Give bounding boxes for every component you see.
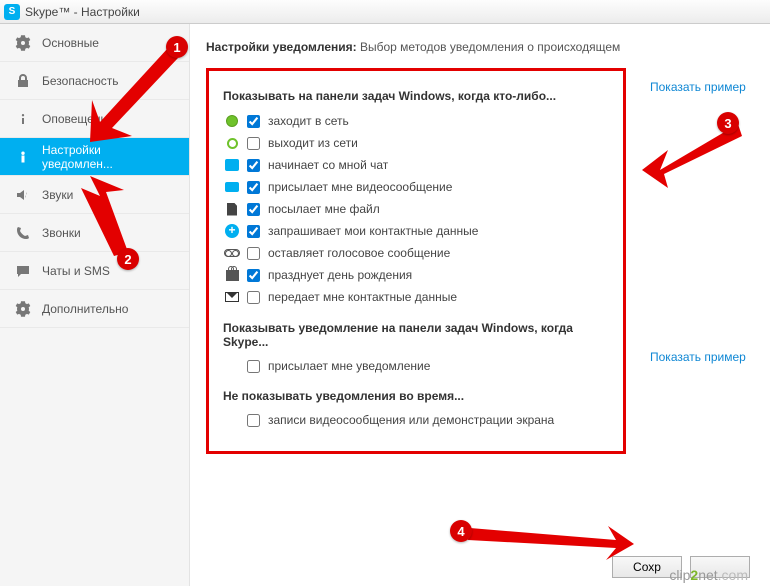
skype-icon: S	[4, 4, 20, 20]
checkbox-goes-offline[interactable]	[247, 137, 260, 150]
option-label: заходит в сеть	[268, 114, 349, 128]
video-message-icon	[223, 179, 241, 195]
option-label: выходит из сети	[268, 136, 358, 150]
page-header: Настройки уведомления: Выбор методов уве…	[206, 40, 750, 54]
section-skype-title: Показывать уведомление на панели задач W…	[223, 321, 609, 349]
page-header-bold: Настройки уведомления:	[206, 40, 357, 54]
phone-icon	[14, 224, 32, 242]
option-label: начинает со мной чат	[268, 158, 388, 172]
option-label: передает мне контактные данные	[268, 290, 457, 304]
option-row: начинает со мной чат	[223, 157, 609, 173]
gear-icon	[14, 300, 32, 318]
checkbox-skype-notification[interactable]	[247, 360, 260, 373]
sidebar: Основные Безопасность Оповещения Настрой…	[0, 24, 190, 586]
gear-icon	[14, 34, 32, 52]
option-row: празднует день рождения	[223, 267, 609, 283]
option-label: присылает мне видеосообщение	[268, 180, 452, 194]
chat-icon	[223, 157, 241, 173]
presence-offline-icon	[223, 135, 241, 151]
option-label: присылает мне уведомление	[268, 359, 430, 373]
watermark: clip2net.com	[669, 567, 748, 583]
option-label: запрашивает мои контактные данные	[268, 224, 478, 238]
option-row: оставляет голосовое сообщение	[223, 245, 609, 261]
main-panel: Настройки уведомления: Выбор методов уве…	[190, 24, 770, 586]
sidebar-item-label: Звонки	[42, 226, 81, 240]
presence-online-icon	[223, 113, 241, 129]
sidebar-item-label: Чаты и SMS	[42, 264, 110, 278]
checkbox-starts-chat[interactable]	[247, 159, 260, 172]
show-example-link-2[interactable]: Показать пример	[650, 350, 746, 364]
sidebar-item-label: Дополнительно	[42, 302, 128, 316]
checkbox-birthday[interactable]	[247, 269, 260, 282]
callout-2-badge: 2	[117, 248, 139, 270]
callout-1-badge: 1	[166, 36, 188, 58]
sidebar-item-advanced[interactable]: Дополнительно	[0, 290, 189, 328]
sidebar-item-sounds[interactable]: Звуки	[0, 176, 189, 214]
option-row: передает мне контактные данные	[223, 289, 609, 305]
sidebar-item-alerts[interactable]: Оповещения	[0, 100, 189, 138]
sidebar-item-label: Основные	[42, 36, 99, 50]
option-row: присылает мне уведомление	[223, 359, 609, 373]
window-title: Skype™ - Настройки	[25, 5, 140, 19]
option-row: выходит из сети	[223, 135, 609, 151]
voicemail-icon	[223, 245, 241, 261]
option-row: присылает мне видеосообщение	[223, 179, 609, 195]
option-label: посылает мне файл	[268, 202, 380, 216]
window-titlebar: S Skype™ - Настройки	[0, 0, 770, 24]
checkbox-voicemail[interactable]	[247, 247, 260, 260]
callout-3-badge: 3	[717, 112, 739, 134]
page-header-rest: Выбор методов уведомления о происходящем	[360, 40, 620, 54]
mail-icon	[223, 289, 241, 305]
sidebar-item-label: Звуки	[42, 188, 73, 202]
sound-icon	[14, 186, 32, 204]
sidebar-item-label: Настройки уведомлен...	[42, 143, 175, 171]
sidebar-item-security[interactable]: Безопасность	[0, 62, 189, 100]
option-row: посылает мне файл	[223, 201, 609, 217]
info-icon	[14, 148, 32, 166]
show-example-link-1[interactable]: Показать пример	[650, 80, 746, 94]
option-row: записи видеосообщения или демонстрации э…	[223, 413, 609, 427]
sidebar-item-notifications[interactable]: Настройки уведомлен...	[0, 138, 189, 176]
checkbox-sends-file[interactable]	[247, 203, 260, 216]
sidebar-item-chats[interactable]: Чаты и SMS	[0, 252, 189, 290]
lock-icon	[14, 72, 32, 90]
option-row: заходит в сеть	[223, 113, 609, 129]
sidebar-item-calls[interactable]: Звонки	[0, 214, 189, 252]
option-label: празднует день рождения	[268, 268, 412, 282]
callout-4-badge: 4	[450, 520, 472, 542]
section-suppress-title: Не показывать уведомления во время...	[223, 389, 609, 403]
checkbox-sends-contact[interactable]	[247, 291, 260, 304]
section-taskbar-title: Показывать на панели задач Windows, когд…	[223, 89, 609, 103]
sidebar-item-general[interactable]: Основные	[0, 24, 189, 62]
checkbox-comes-online[interactable]	[247, 115, 260, 128]
sidebar-item-label: Безопасность	[42, 74, 119, 88]
birthday-icon	[223, 267, 241, 283]
checkbox-contact-request[interactable]	[247, 225, 260, 238]
option-label: записи видеосообщения или демонстрации э…	[268, 413, 554, 427]
add-contact-icon: +	[223, 223, 241, 239]
option-label: оставляет голосовое сообщение	[268, 246, 450, 260]
chat-icon	[14, 262, 32, 280]
info-icon	[14, 110, 32, 128]
checkbox-suppress-recording[interactable]	[247, 414, 260, 427]
file-icon	[223, 201, 241, 217]
option-row: + запрашивает мои контактные данные	[223, 223, 609, 239]
checkbox-video-message[interactable]	[247, 181, 260, 194]
sidebar-item-label: Оповещения	[42, 112, 114, 126]
settings-highlight-box: Показывать на панели задач Windows, когд…	[206, 68, 626, 454]
